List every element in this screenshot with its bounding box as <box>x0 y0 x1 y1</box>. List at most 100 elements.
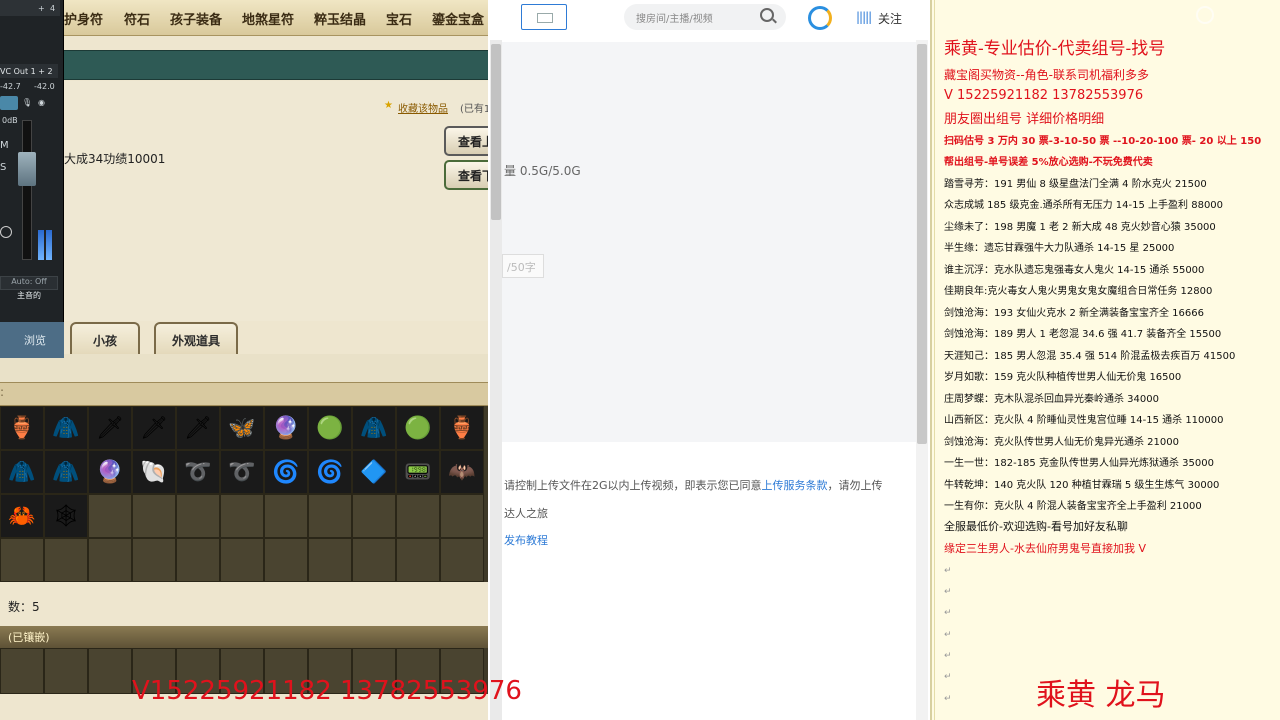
video-upload-icon[interactable] <box>521 4 567 30</box>
item-slot[interactable]: 🔮 <box>264 406 308 450</box>
item-slot[interactable]: 🦇 <box>440 450 484 494</box>
tab-star-talisman[interactable]: 地煞星符 <box>242 9 294 28</box>
empty-slot[interactable] <box>264 538 308 582</box>
return-mark: ↵ <box>944 608 952 618</box>
item-slot[interactable]: 🟢 <box>396 406 440 450</box>
empty-slot[interactable] <box>88 494 132 538</box>
empty-slot[interactable] <box>308 538 352 582</box>
empty-slot[interactable] <box>264 494 308 538</box>
gem-slot[interactable] <box>44 648 88 694</box>
terms-link[interactable]: 上传服务条款 <box>762 479 828 492</box>
notes-entry: 众志成城 185 级克金.通杀所有无压力 14-15 上手盈利 88000 <box>944 200 1224 211</box>
mixer-browse-button[interactable]: 浏览 <box>0 322 64 358</box>
mixer-toggle-icon[interactable]: ◉ <box>38 98 45 107</box>
empty-slot[interactable] <box>176 538 220 582</box>
item-slot[interactable]: 🗡 <box>132 406 176 450</box>
empty-slot[interactable] <box>220 538 264 582</box>
item-slot[interactable]: ➰ <box>220 450 264 494</box>
tab-child-equipment[interactable]: 孩子装备 <box>170 9 222 28</box>
empty-slot[interactable] <box>44 538 88 582</box>
mixer-level-meter-right <box>46 230 52 260</box>
empty-slot[interactable] <box>440 538 484 582</box>
item-slot[interactable]: 🧥 <box>44 406 88 450</box>
item-slot[interactable]: ➰ <box>176 450 220 494</box>
item-slot[interactable]: 🐚 <box>132 450 176 494</box>
mixer-solo-button[interactable]: S <box>0 162 6 173</box>
search-placeholder: 搜房间/主播/视频 <box>636 14 713 25</box>
notes-entry: 剑蚀沧海：193 女仙火克水 2 新全满装备宝宝齐全 16666 <box>944 308 1204 319</box>
item-slot[interactable]: 🔷 <box>352 450 396 494</box>
empty-slot[interactable] <box>220 494 264 538</box>
mixer-level-meter-left <box>38 230 44 260</box>
item-slot[interactable]: 📟 <box>396 450 440 494</box>
empty-slot[interactable] <box>396 494 440 538</box>
empty-slot[interactable] <box>132 494 176 538</box>
item-slot[interactable]: 🗡 <box>88 406 132 450</box>
tab-rune[interactable]: 符石 <box>124 9 150 28</box>
mixer-pan-knob[interactable] <box>0 226 12 238</box>
item-slot[interactable]: 🌀 <box>308 450 352 494</box>
item-slot[interactable]: 🦀 <box>0 494 44 538</box>
follow-icon[interactable]: ||||| <box>856 10 872 24</box>
notes-entry: 半生缘：遗忘甘霖强牛大力队通杀 14-15 星 25000 <box>944 243 1175 254</box>
item-slot[interactable]: 🏺 <box>0 406 44 450</box>
tab-jade-crystal[interactable]: 粹玉结晶 <box>314 9 366 28</box>
empty-slot[interactable] <box>440 494 484 538</box>
empty-slot[interactable] <box>308 494 352 538</box>
item-slot[interactable]: 🌀 <box>264 450 308 494</box>
upload-notice: 请控制上传文件在2G以内上传视频，即表示您已同意上传服务条款，请勿上传 <box>504 477 883 493</box>
empty-slot[interactable] <box>352 538 396 582</box>
notepad-margin <box>934 0 935 720</box>
empty-slot[interactable] <box>132 538 176 582</box>
mixer-mute-button[interactable]: M <box>0 140 9 151</box>
item-slot[interactable]: 🕸 <box>44 494 88 538</box>
game-detail-area <box>0 81 488 321</box>
item-slot[interactable]: 🦋 <box>220 406 264 450</box>
gem-header-label: (已镶嵌) <box>8 631 50 644</box>
tab-gold-box[interactable]: 鎏金宝盒 <box>432 9 484 28</box>
gem-slot[interactable] <box>0 648 44 694</box>
mixer-fader-handle[interactable] <box>18 152 36 186</box>
tab-gem[interactable]: 宝石 <box>386 9 412 28</box>
tab-child[interactable]: 小孩 <box>70 322 140 354</box>
empty-slot[interactable] <box>396 538 440 582</box>
item-slot[interactable]: 🏺 <box>440 406 484 450</box>
mixer-mode-button[interactable] <box>0 96 18 110</box>
empty-slot[interactable] <box>352 494 396 538</box>
notes-line-pricing: 扫码估号 3 万内 30 票-3-10-50 票 --10-20-100 票- … <box>944 136 1262 147</box>
item-slot[interactable]: 🧥 <box>0 450 44 494</box>
follow-button[interactable]: 关注 <box>878 10 902 27</box>
inventory-header-marker: : <box>0 385 5 399</box>
favorite-link[interactable]: 收藏该物品 <box>398 100 448 115</box>
gem-slot[interactable] <box>88 648 132 694</box>
mixer-mic-icon[interactable]: 🎙 <box>22 98 32 107</box>
notes-line-contact: 缘定三生男人-水去仙府男鬼号直接加我 V <box>944 542 1146 555</box>
publish-tutorial-link[interactable]: 发布教程 <box>504 532 548 548</box>
item-slot[interactable]: 🗡 <box>176 406 220 450</box>
mixer-automation[interactable]: Auto: Off <box>0 276 58 290</box>
search-icon[interactable] <box>760 8 774 22</box>
notes-title: 乘黄-专业估价-代卖组号-找号 <box>944 39 1166 59</box>
title-char-count[interactable]: /50字 <box>502 254 544 278</box>
game-scrollbar-thumb[interactable] <box>491 44 501 220</box>
inventory-header <box>0 382 488 406</box>
mixer-add-button[interactable]: + <box>38 4 45 13</box>
item-slot[interactable]: 🧥 <box>44 450 88 494</box>
tab-amulet[interactable]: 护身符 <box>64 9 103 28</box>
audio-mixer: + 4 VC Out 1 + 2 -42.7 -42.0 🎙 ◉ 0dB M S… <box>0 0 64 358</box>
tab-appearance-items[interactable]: 外观道具 <box>154 322 238 354</box>
empty-slot[interactable] <box>88 538 132 582</box>
site-logo-icon[interactable] <box>808 6 832 30</box>
game-section-header <box>0 50 488 80</box>
mixer-output-select[interactable]: VC Out 1 + 2 <box>0 64 58 78</box>
empty-slot[interactable] <box>176 494 220 538</box>
item-slot[interactable]: 🧥 <box>352 406 396 450</box>
empty-slot[interactable] <box>0 538 44 582</box>
item-slot[interactable]: 🟢 <box>308 406 352 450</box>
notes-entry: 一生一世：182-185 克金队传世男人仙异光炼狱通杀 35000 <box>944 458 1214 469</box>
notes-entry: 牛转乾坤：140 克火队 120 种植甘霖瑞 5 级生生炼气 30000 <box>944 480 1220 491</box>
stream-logo-icon <box>1196 4 1276 24</box>
item-slot[interactable]: 🔮 <box>88 450 132 494</box>
web-scrollbar-thumb[interactable] <box>917 44 927 444</box>
upload-notice-text: 请控制上传文件在2G以内上传视频，即表示您已同意 <box>504 479 762 492</box>
